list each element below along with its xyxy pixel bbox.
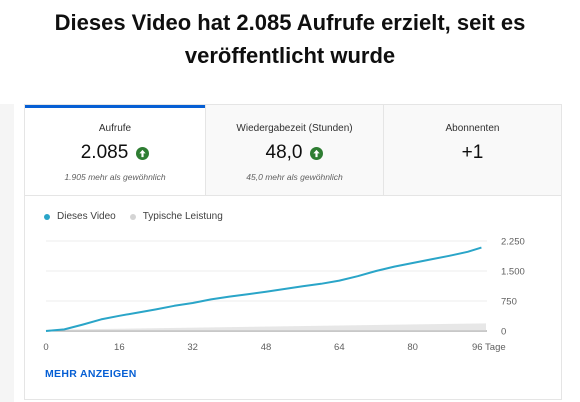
typical-performance-band <box>46 323 486 331</box>
metric-tabs: Aufrufe 2.085 1.905 mehr als gewöhnlich … <box>25 105 561 196</box>
tab-watch-time[interactable]: Wiedergabezeit (Stunden) 48,0 45,0 mehr … <box>205 105 383 195</box>
arrow-up-icon <box>310 146 324 160</box>
legend-item-typical: Typische Leistung <box>129 211 223 222</box>
tab-subscribers-value: +1 <box>461 142 484 163</box>
tab-watch-time-value: 48,0 <box>265 142 303 163</box>
x-tick-label: 64 <box>334 342 345 353</box>
left-panel-edge <box>0 104 14 402</box>
legend-dot-typical <box>129 213 136 220</box>
typical-band-area <box>46 323 486 331</box>
y-tick-label: 0 <box>501 327 506 338</box>
y-tick-label: 1.500 <box>501 267 525 278</box>
show-more-link[interactable]: MEHR ANZEIGEN <box>45 368 137 380</box>
analytics-card: Aufrufe 2.085 1.905 mehr als gewöhnlich … <box>24 104 562 400</box>
x-tick-label: 80 <box>407 342 418 353</box>
legend-label-this-video: Dieses Video <box>57 211 116 222</box>
y-tick-label: 2.250 <box>501 237 525 248</box>
legend-item-this-video: Dieses Video <box>44 211 116 222</box>
tab-views-value: 2.085 <box>80 142 129 163</box>
legend-label-typical: Typische Leistung <box>142 211 223 222</box>
tab-views-subtitle: 1.905 mehr als gewöhnlich <box>64 172 166 182</box>
y-axis-ticks: 2.250 1.500 750 0 <box>501 237 525 338</box>
tab-watch-time-subtitle: 45,0 mehr als gewöhnlich <box>246 172 343 182</box>
x-tick-label: 16 <box>114 342 125 353</box>
tab-watch-time-label: Wiedergabezeit (Stunden) <box>236 123 353 134</box>
legend-dot-this-video <box>44 213 50 220</box>
tab-subscribers[interactable]: Abonnenten +1 <box>383 105 561 195</box>
tab-views[interactable]: Aufrufe 2.085 1.905 mehr als gewöhnlich <box>25 105 205 195</box>
tab-views-label: Aufrufe <box>98 123 132 134</box>
y-tick-label: 750 <box>501 297 517 308</box>
chart-legend: Dieses Video Typische Leistung <box>44 211 237 222</box>
arrow-up-icon <box>136 146 150 160</box>
views-chart: 2.250 1.500 750 0 0 16 32 48 64 80 96 Tage <box>43 237 525 354</box>
tab-subscribers-label: Abonnenten <box>445 123 500 134</box>
x-tick-label: 0 <box>43 342 48 353</box>
active-tab-indicator <box>25 105 205 108</box>
series-line-this-video <box>45 246 482 332</box>
this-video-line <box>45 246 482 332</box>
x-tick-label: 48 <box>261 342 272 353</box>
x-tick-label: 32 <box>187 342 198 353</box>
page-title: Dieses Video hat 2.085 Aufrufe erzielt, … <box>54 10 526 68</box>
x-axis-ticks: 0 16 32 48 64 80 96 Tage <box>43 342 505 353</box>
x-tick-label: 96 Tage <box>472 342 506 353</box>
